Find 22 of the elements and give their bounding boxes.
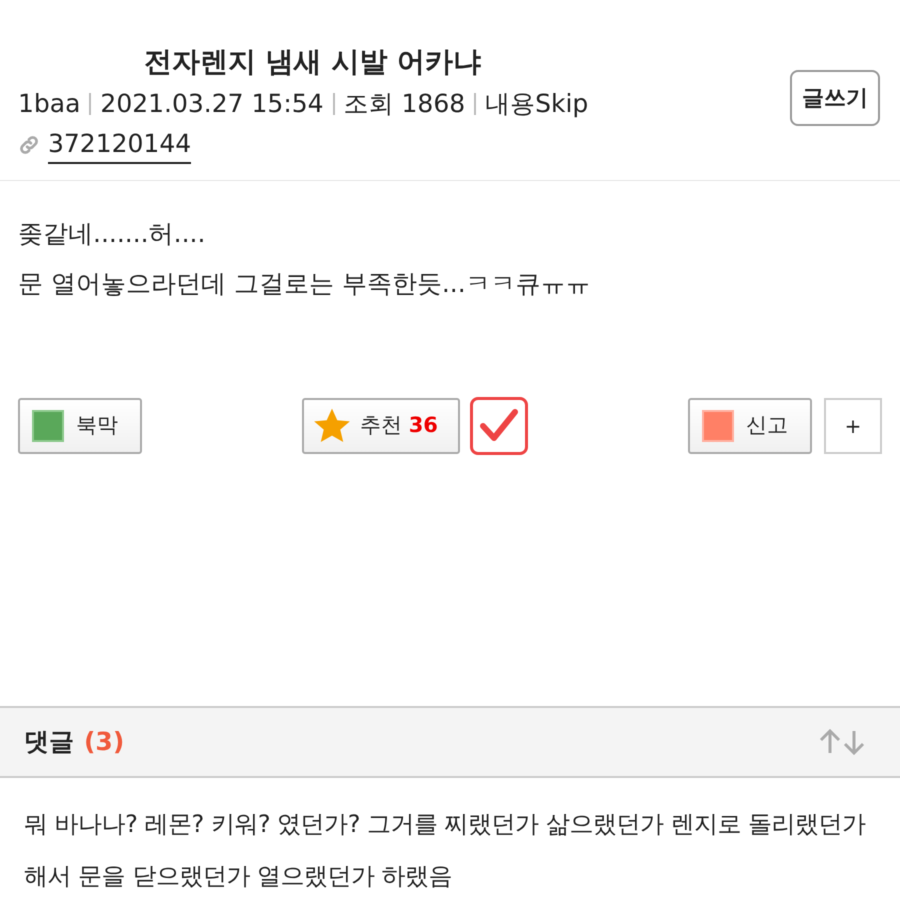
square-icon (702, 410, 734, 442)
body-text: 문 열어놓으라던데 그걸로는 부족한듯...ㅋㅋ큐ㅠㅠ (18, 268, 592, 300)
square-icon (32, 410, 64, 442)
post-link[interactable]: 372120144 (48, 126, 192, 164)
comment-text: 뭐 바나나? 레몬? 키워? 였던가? 그거를 찌랬던가 삶으랬던가 렌지로 돌리랬던가 해서 문을 닫으랬던가 열으랬던가 하랬음 (24, 809, 867, 892)
write-button[interactable]: 글쓰기 (790, 70, 880, 126)
more-button[interactable]: + (824, 398, 882, 454)
body-text: 좆같네.......허.... (18, 218, 206, 250)
vote-checkbox[interactable] (470, 397, 528, 455)
check-icon (479, 408, 519, 444)
recommend-button[interactable]: 추천 36 (302, 398, 460, 454)
sort-icon[interactable] (818, 729, 866, 755)
comment-count: (3) (84, 726, 124, 758)
meta-text: 조회 1868 (344, 88, 466, 120)
link-icon (18, 134, 40, 156)
meta-text: 1baa (18, 88, 80, 120)
bookmark-button[interactable]: 북막 (18, 398, 142, 454)
comments-title: 댓글 (24, 726, 74, 758)
meta-text: 2021.03.27 15:54 (100, 88, 324, 120)
post-title: 전자렌지 냄새 시발 어카냐 (144, 44, 482, 80)
meta-text: 내용Skip (485, 88, 588, 120)
report-button[interactable]: 신고 (688, 398, 812, 454)
